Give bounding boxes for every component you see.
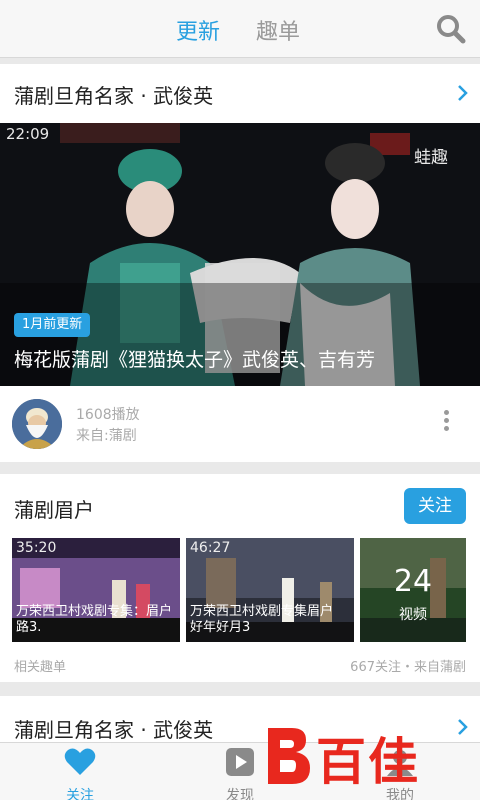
tab-updates[interactable]: 更新 (176, 14, 220, 46)
video-caption: 万荣西卫村戏剧专集眉户 好年好月3 (190, 604, 334, 635)
video-thumbnail[interactable]: 22:09 蛙趣 1月前更新 梅花版蒲剧《狸猫换太子》武俊英、吉有芳 (0, 123, 480, 386)
avatar[interactable] (12, 399, 62, 449)
playlist-meta: 667关注・来自蒲剧 (350, 660, 466, 675)
top-bar: 更新 趣单 (0, 0, 480, 58)
more-options-icon[interactable] (440, 410, 452, 436)
nav-label: 关注 (66, 788, 94, 800)
video-caption: 万荣西卫村戏剧专集：眉户 路3. (16, 604, 173, 635)
logo-text: 百佳 (316, 733, 420, 791)
video-title[interactable]: 梅花版蒲剧《狸猫换太子》武俊英、吉有芳 (14, 345, 375, 372)
video-duration: 35:20 (16, 540, 57, 556)
playlist-video-thumb[interactable]: 35:20 万荣西卫村戏剧专集：眉户 路3. (12, 538, 180, 642)
avatar-image (12, 399, 62, 449)
logo-mark-icon (268, 728, 310, 784)
section-title[interactable]: 蒲剧旦角名家 · 武俊英 (14, 80, 213, 109)
playlist-card: 蒲剧眉户 关注 35:20 万荣西卫村戏剧专集：眉户 路3. 46:27 万荣西… (0, 474, 480, 682)
playlist-video-thumb[interactable]: 46:27 万荣西卫村戏剧专集眉户 好年好月3 (186, 538, 354, 642)
channel-watermark: 蛙趣 (414, 148, 448, 168)
update-badge: 1月前更新 (14, 313, 91, 337)
site-logo: 百佳 (262, 716, 472, 796)
follow-button[interactable]: 关注 (404, 488, 466, 524)
video-duration: 46:27 (190, 540, 231, 556)
tab-playlists[interactable]: 趣单 (256, 14, 300, 46)
source-label[interactable]: 来自:蒲剧 (76, 425, 137, 445)
video-count: 24 (393, 564, 433, 599)
playlist-title[interactable]: 蒲剧眉户 (14, 494, 94, 523)
heart-icon (64, 748, 96, 775)
section-title[interactable]: 蒲剧旦角名家 · 武俊英 (14, 714, 213, 743)
feed-card: 蒲剧旦角名家 · 武俊英 22:09 蛙趣 1月前更新 梅花版蒲剧《狸猫换太子》… (0, 64, 480, 462)
play-icon (226, 748, 254, 776)
more-videos-thumb[interactable]: 24 视频 (360, 538, 466, 642)
chevron-right-icon[interactable] (456, 84, 470, 102)
play-count: 1608播放 (76, 407, 140, 423)
video-duration: 22:09 (6, 125, 50, 143)
nav-follow[interactable]: 关注 (40, 747, 120, 800)
video-count-label: 视频 (399, 607, 427, 623)
search-icon[interactable] (436, 14, 466, 44)
related-playlists-label: 相关趣单 (14, 660, 67, 675)
